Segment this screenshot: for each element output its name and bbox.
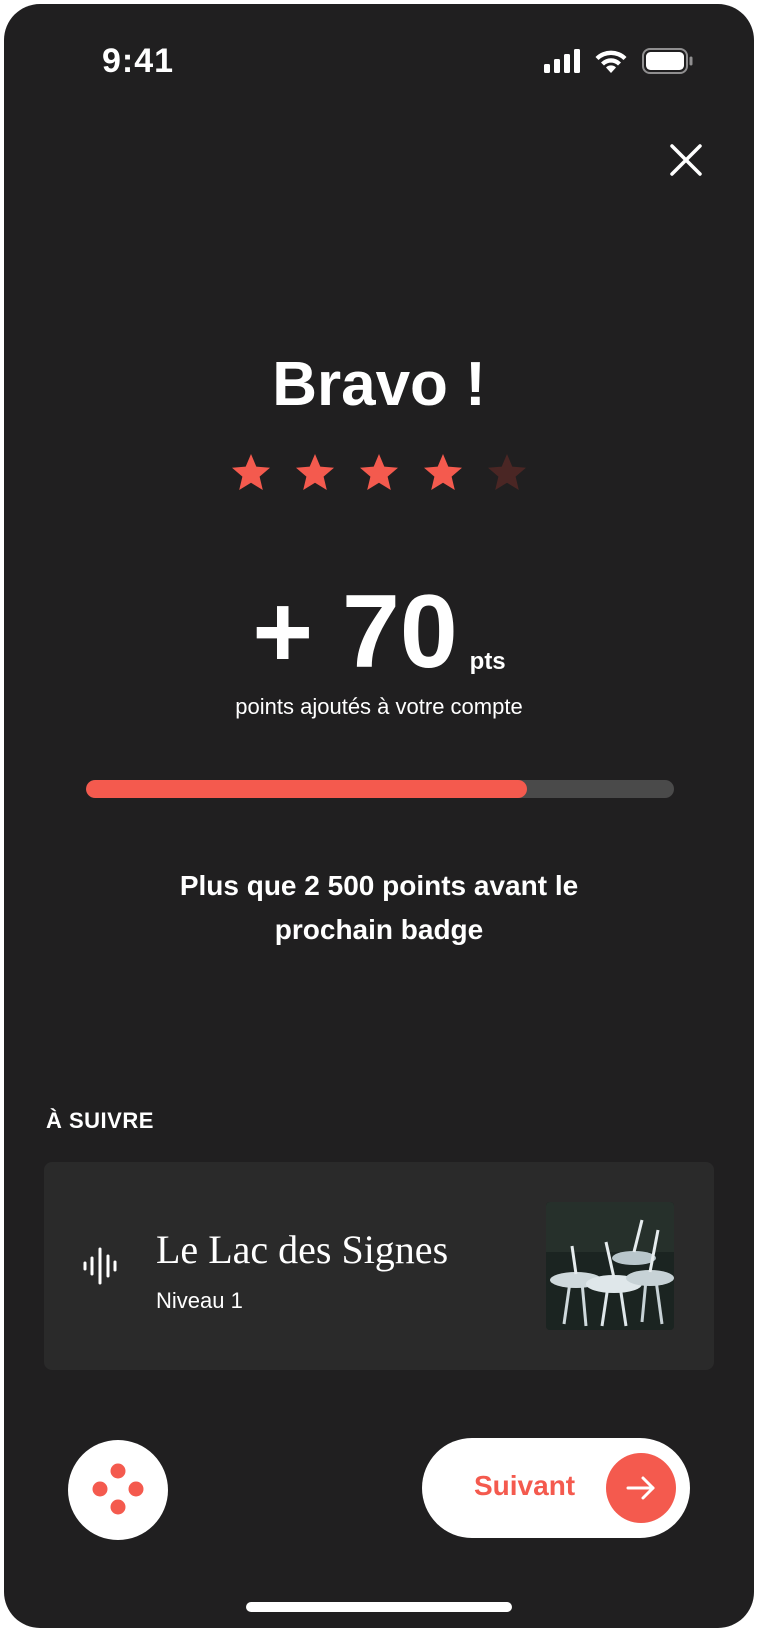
star-filled-icon [232,454,270,490]
points-unit: pts [469,648,506,675]
status-bar: 9:41 [4,4,754,114]
up-next-thumbnail [546,1202,674,1330]
audio-wave-icon [83,1247,117,1285]
points-value: + 70 [252,574,458,690]
star-rating [4,452,754,494]
next-button[interactable]: Suivant [422,1438,690,1538]
points-caption: points ajoutés à votre compte [235,694,523,719]
wifi-icon [595,50,627,73]
app-screen: 9:41 Bravo ! + 70 pts points ajoutés à v… [4,4,754,1628]
star-filled-icon [360,454,398,490]
close-icon [670,144,702,176]
page-title: Bravo ! [272,350,486,419]
star-filled-icon [424,454,462,490]
arrow-right-icon [606,1453,676,1523]
signal-icon [544,49,580,73]
star-empty-icon [488,454,526,490]
points-earned: + 70 pts [4,574,754,690]
up-next-card[interactable]: Le Lac des Signes Niveau 1 [44,1162,714,1370]
menu-button[interactable] [68,1440,168,1540]
up-next-label: À SUIVRE [46,1108,154,1133]
status-icons [544,48,694,74]
home-indicator [246,1602,512,1612]
close-button[interactable] [664,138,708,182]
star-filled-icon [296,454,334,490]
badge-progress-bar [86,780,674,798]
next-badge-text: Plus que 2 500 points avant le prochain … [179,870,579,945]
dots-icon [92,1463,144,1515]
up-next-title: Le Lac des Signes [156,1227,449,1272]
badge-progress-fill [86,780,527,798]
next-button-label: Suivant [474,1470,576,1501]
status-time: 9:41 [102,42,175,80]
battery-icon [642,48,693,74]
up-next-level: Niveau 1 [156,1288,243,1313]
